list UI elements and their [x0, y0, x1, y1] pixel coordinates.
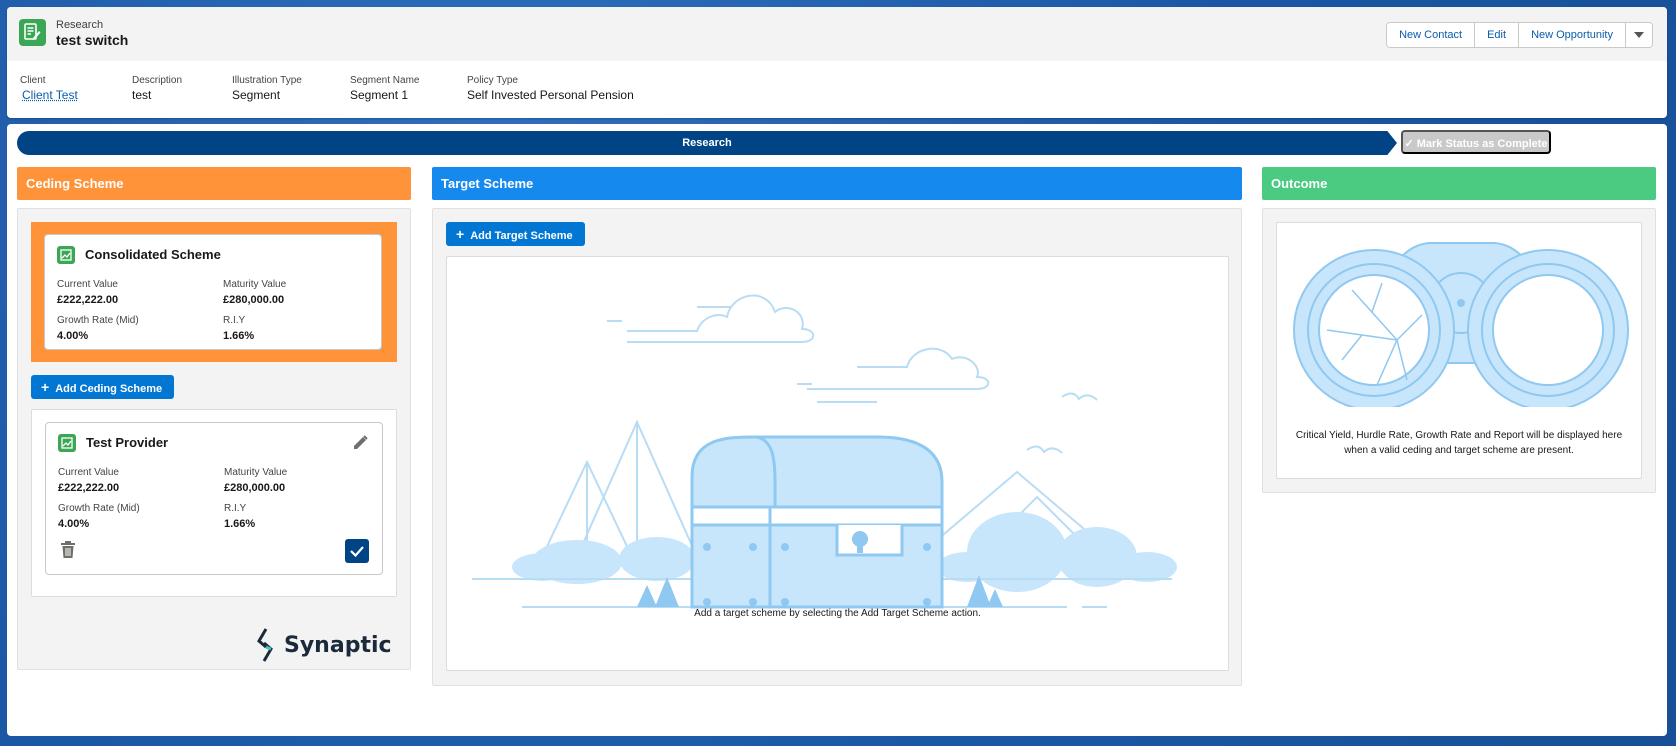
providers-panel: Test Provider Current Value £222,222.00 …: [31, 409, 397, 597]
current-value: £222,222.00: [57, 294, 119, 306]
maturity-value-label: Maturity Value: [223, 279, 287, 290]
mark-complete-label: Mark Status as Complete: [1416, 138, 1548, 150]
field-policy-type: Policy Type Self Invested Personal Pensi…: [467, 75, 634, 102]
field-client: Client Client Test: [20, 75, 78, 102]
target-column: Target Scheme + Add Target Scheme Add a …: [432, 167, 1242, 686]
highlights-fields: Client Client Test Description test Illu…: [20, 75, 1660, 115]
target-empty-message: Add a target scheme by selecting the Add…: [694, 608, 981, 619]
field-label: Description: [132, 75, 183, 86]
field-label: Segment Name: [350, 75, 420, 86]
outcome-message: Critical Yield, Hurdle Rate, Growth Rate…: [1277, 428, 1641, 458]
growth-rate-label: Growth Rate (Mid): [58, 503, 140, 514]
treasure-chest-illustration: [472, 294, 1177, 609]
growth-rate: 4.00%: [58, 518, 90, 530]
new-opportunity-button[interactable]: New Opportunity: [1519, 23, 1626, 47]
trash-icon[interactable]: [60, 541, 76, 559]
current-value-label: Current Value: [57, 279, 118, 290]
current-value-label: Current Value: [58, 467, 119, 478]
plus-icon: +: [41, 379, 50, 395]
target-empty-state: Add a target scheme by selecting the Add…: [446, 256, 1229, 671]
add-ceding-label: Add Ceding Scheme: [55, 383, 163, 395]
record-header: Research test switch New Contact Edit Ne…: [7, 7, 1667, 118]
field-label: Policy Type: [467, 75, 518, 86]
scheme-title: Test Provider: [86, 435, 169, 450]
outcome-message-line-1: Critical Yield, Hurdle Rate, Growth Rate…: [1295, 430, 1623, 441]
header-action-group: New Contact Edit New Opportunity: [1386, 22, 1653, 48]
check-icon: [350, 546, 364, 558]
field-value: Segment 1: [350, 88, 409, 102]
edit-button[interactable]: Edit: [1475, 23, 1520, 47]
new-contact-button[interactable]: New Contact: [1387, 23, 1476, 47]
growth-rate-label: Growth Rate (Mid): [57, 315, 139, 326]
binoculars-illustration: [1293, 242, 1629, 407]
field-label: Client: [20, 75, 46, 86]
maturity-value: £280,000.00: [224, 482, 286, 494]
field-value: Self Invested Personal Pension: [467, 88, 634, 102]
field-value: Segment: [232, 88, 281, 102]
ceding-column: Ceding Scheme Consolidated Scheme Curren…: [17, 167, 411, 670]
field-segment-name: Segment Name Segment 1: [350, 75, 419, 102]
synaptic-logo-text: Synaptic: [284, 633, 392, 658]
riy-value: 1.66%: [224, 518, 256, 530]
add-ceding-scheme-button[interactable]: + Add Ceding Scheme: [31, 375, 175, 399]
consolidated-scheme-card[interactable]: Consolidated Scheme Current Value £222,2…: [44, 234, 382, 350]
field-value: test: [132, 88, 152, 102]
add-target-scheme-button[interactable]: + Add Target Scheme: [446, 222, 585, 246]
chart-icon: [57, 246, 75, 264]
field-illustration-type: Illustration Type Segment: [232, 75, 302, 102]
scheme-title: Consolidated Scheme: [85, 247, 221, 262]
outcome-empty-state: Critical Yield, Hurdle Rate, Growth Rate…: [1276, 222, 1642, 479]
path-stage-research[interactable]: Research: [17, 131, 1397, 155]
chart-icon: [58, 434, 76, 452]
outcome-column-body: Critical Yield, Hurdle Rate, Growth Rate…: [1262, 208, 1656, 493]
research-object-icon: [19, 19, 46, 46]
riy-label: R.I.Y: [224, 503, 247, 514]
maturity-value-label: Maturity Value: [224, 467, 288, 478]
riy-value: 1.66%: [223, 330, 255, 342]
target-column-header: Target Scheme: [432, 167, 1242, 200]
growth-rate: 4.00%: [57, 330, 89, 342]
current-value: £222,222.00: [58, 482, 120, 494]
select-checkbox[interactable]: [345, 539, 369, 563]
more-actions-button[interactable]: [1626, 23, 1652, 47]
synaptic-logo-icon: [257, 628, 273, 662]
ceding-column-header: Ceding Scheme: [17, 167, 411, 200]
main-content: Research ✓ Mark Status as Complete Cedin…: [7, 124, 1667, 736]
object-type-label: Research: [56, 19, 104, 31]
synaptic-logo: Synaptic: [254, 627, 392, 663]
add-target-label: Add Target Scheme: [470, 230, 573, 242]
outcome-column-header: Outcome: [1262, 167, 1656, 200]
consolidated-highlight: Consolidated Scheme Current Value £222,2…: [31, 222, 397, 362]
target-column-body: + Add Target Scheme Add a target scheme …: [432, 208, 1242, 686]
outcome-message-line-2: when a valid ceding and target scheme ar…: [1344, 445, 1574, 456]
chevron-down-icon: [1634, 32, 1644, 38]
record-title: test switch: [56, 32, 129, 48]
field-description: Description test: [132, 75, 182, 102]
maturity-value: £280,000.00: [223, 294, 285, 306]
record-header-top: Research test switch New Contact Edit Ne…: [7, 7, 1667, 61]
plus-icon: +: [456, 226, 465, 242]
field-label: Illustration Type: [232, 75, 302, 86]
outcome-column: Outcome Critical Yield, Hurdle Rate, Gro…: [1262, 167, 1656, 493]
client-link[interactable]: Client Test: [22, 88, 78, 102]
check-icon: ✓: [1404, 138, 1417, 150]
mark-complete-button[interactable]: ✓ Mark Status as Complete: [1401, 130, 1551, 154]
riy-label: R.I.Y: [223, 315, 246, 326]
provider-scheme-card[interactable]: Test Provider Current Value £222,222.00 …: [45, 422, 383, 575]
ceding-column-body: Consolidated Scheme Current Value £222,2…: [17, 208, 411, 670]
pencil-icon[interactable]: [351, 434, 369, 452]
